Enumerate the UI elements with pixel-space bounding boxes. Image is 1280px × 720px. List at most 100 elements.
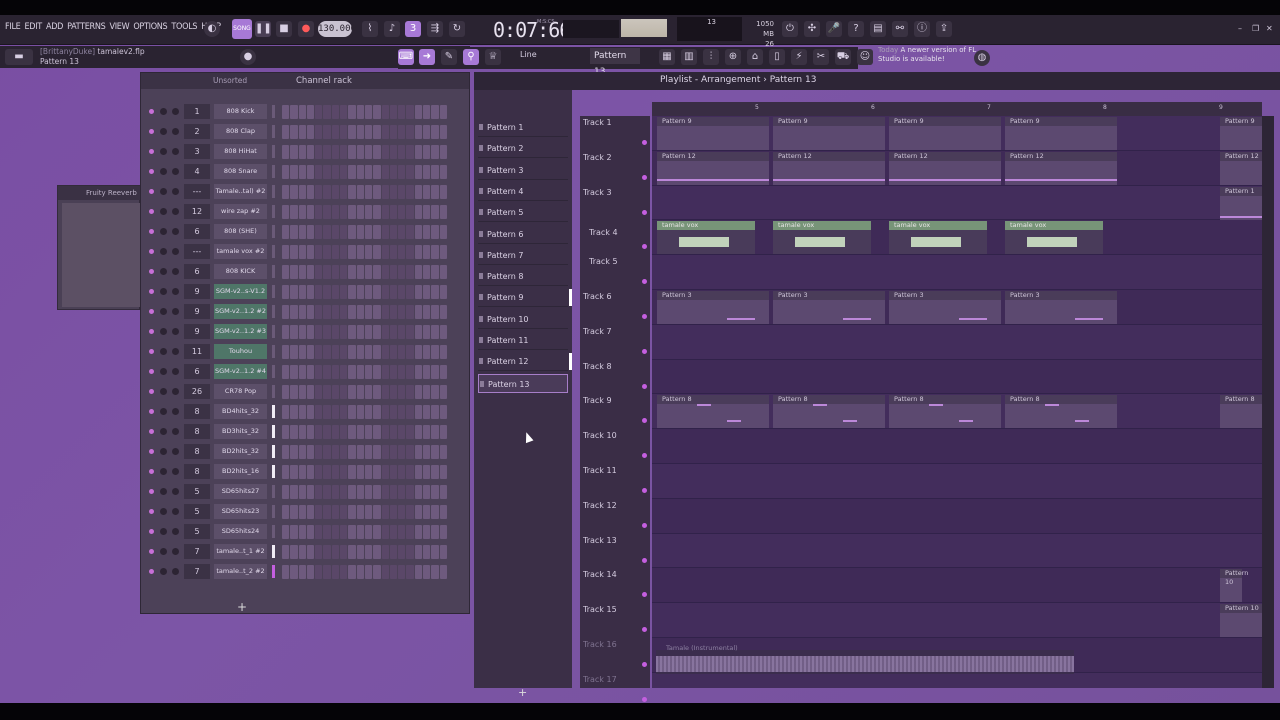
step-button[interactable]	[340, 525, 348, 539]
step-button[interactable]	[389, 345, 398, 359]
step-button[interactable]	[282, 225, 290, 239]
export-icon[interactable]: ⇪	[936, 21, 952, 37]
step-button[interactable]	[423, 465, 431, 479]
channel-name-button[interactable]: BD2hits_16	[214, 464, 267, 479]
step-button[interactable]	[373, 545, 381, 559]
step-button[interactable]	[439, 485, 447, 499]
step-button[interactable]	[348, 285, 356, 299]
track-enable-icon[interactable]	[642, 592, 647, 598]
step-button[interactable]	[315, 285, 323, 299]
step-button[interactable]	[315, 465, 323, 479]
step-button[interactable]	[431, 205, 439, 219]
step-button[interactable]	[331, 545, 340, 559]
step-button[interactable]	[381, 525, 389, 539]
step-button[interactable]	[306, 565, 315, 579]
step-button[interactable]	[290, 425, 298, 439]
channel-name-button[interactable]: tamale..t_1 #2	[214, 544, 267, 559]
step-button[interactable]	[282, 365, 290, 379]
step-button[interactable]	[282, 185, 290, 199]
channel-name-button[interactable]: 808 Clap	[214, 124, 267, 139]
add-channel-button[interactable]: +	[237, 600, 247, 614]
step-button[interactable]	[340, 185, 348, 199]
step-button[interactable]	[340, 505, 348, 519]
step-button[interactable]	[298, 505, 306, 519]
step-button[interactable]	[398, 165, 406, 179]
channel-led-icon[interactable]	[149, 189, 154, 194]
step-button[interactable]	[340, 145, 348, 159]
step-button[interactable]	[356, 285, 364, 299]
user-icon[interactable]: ☺	[857, 49, 873, 65]
step-button[interactable]	[364, 105, 373, 119]
step-button[interactable]	[315, 385, 323, 399]
step-button[interactable]	[282, 565, 290, 579]
channel-row[interactable]: 3 808 HiHat	[146, 142, 461, 162]
channel-led-icon[interactable]	[149, 309, 154, 314]
step-button[interactable]	[290, 345, 298, 359]
menu-add[interactable]: ADD	[46, 22, 63, 32]
pattern-clip[interactable]: Pattern 8	[889, 395, 1001, 429]
step-button[interactable]	[406, 265, 414, 279]
plugin-icon[interactable]: ⚯	[892, 21, 908, 37]
pattern-item[interactable]: Pattern 9	[478, 288, 572, 308]
step-button[interactable]	[290, 165, 298, 179]
track-enable-icon[interactable]	[642, 140, 647, 145]
step-button[interactable]	[290, 225, 298, 239]
step-button[interactable]	[406, 125, 414, 139]
song-mode-button[interactable]: SONG	[232, 19, 252, 39]
step-button[interactable]	[348, 125, 356, 139]
channel-led-icon[interactable]	[149, 549, 154, 554]
step-button[interactable]	[364, 505, 373, 519]
track-enable-icon[interactable]	[642, 696, 647, 702]
track-enable-icon[interactable]	[642, 662, 647, 667]
step-button[interactable]	[431, 345, 439, 359]
channel-select-toggle[interactable]	[272, 525, 275, 538]
pattern-clip[interactable]: Pattern 9	[657, 117, 769, 150]
step-button[interactable]	[315, 105, 323, 119]
channel-mixer-track[interactable]: ---	[184, 244, 210, 259]
step-button[interactable]	[356, 525, 364, 539]
step-button[interactable]	[431, 285, 439, 299]
step-button[interactable]	[348, 445, 356, 459]
step-button[interactable]	[423, 305, 431, 319]
channel-volume-knob[interactable]	[172, 248, 179, 255]
step-button[interactable]	[439, 465, 447, 479]
step-button[interactable]	[373, 465, 381, 479]
step-button[interactable]	[306, 385, 315, 399]
step-button[interactable]	[315, 245, 323, 259]
track-enable-icon[interactable]	[642, 488, 647, 493]
channel-led-icon[interactable]	[149, 569, 154, 574]
step-button[interactable]	[423, 485, 431, 499]
snap-selector[interactable]: Line	[520, 50, 537, 59]
step-button[interactable]	[282, 325, 290, 339]
step-button[interactable]	[389, 425, 398, 439]
step-button[interactable]	[373, 565, 381, 579]
channel-volume-knob[interactable]	[172, 108, 179, 115]
channel-name-button[interactable]: 808 Snare	[214, 164, 267, 179]
step-button[interactable]	[340, 285, 348, 299]
step-button[interactable]	[290, 305, 298, 319]
track-header[interactable]: Track 2	[583, 151, 650, 186]
channel-led-icon[interactable]	[149, 109, 154, 114]
step-button[interactable]	[348, 405, 356, 419]
channel-volume-knob[interactable]	[172, 568, 179, 575]
step-button[interactable]	[406, 425, 414, 439]
channel-volume-knob[interactable]	[172, 208, 179, 215]
step-button[interactable]	[290, 105, 298, 119]
step-button[interactable]	[381, 445, 389, 459]
step-button[interactable]	[348, 325, 356, 339]
channel-select-toggle[interactable]	[272, 305, 275, 318]
step-button[interactable]	[331, 345, 340, 359]
step-button[interactable]	[389, 545, 398, 559]
track-enable-icon[interactable]	[642, 383, 647, 389]
step-button[interactable]	[306, 285, 315, 299]
track-enable-icon[interactable]	[642, 627, 647, 633]
step-button[interactable]	[423, 445, 431, 459]
step-button[interactable]	[356, 245, 364, 259]
undo-icon[interactable]: ⏻	[782, 21, 798, 37]
step-button[interactable]	[439, 505, 447, 519]
channel-pan-knob[interactable]	[160, 508, 167, 515]
step-button[interactable]	[389, 145, 398, 159]
track-header[interactable]: Track 9	[583, 394, 650, 429]
plugin-picker-icon[interactable]: ⊕	[725, 49, 741, 65]
step-button[interactable]	[306, 265, 315, 279]
